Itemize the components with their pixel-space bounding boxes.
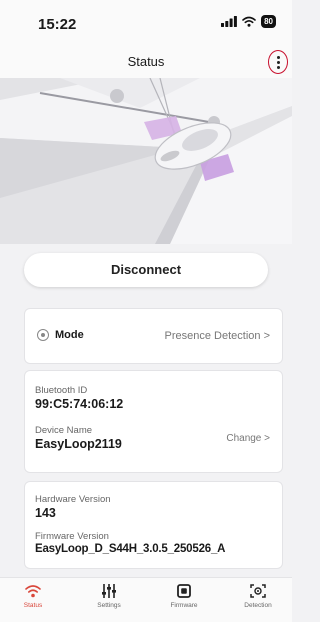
tab-status-label: Status [23, 602, 43, 609]
cellular-signal-icon [221, 16, 237, 27]
change-name-button[interactable]: Change > [226, 433, 270, 444]
wifi-signal-icon [25, 585, 41, 598]
bottom-tab-bar: Status Settings Firmware Detection [0, 577, 292, 622]
navigation-bar: Status [0, 44, 292, 78]
detection-target-icon [250, 584, 266, 598]
chip-icon [177, 584, 191, 598]
tab-detection[interactable]: Detection [228, 583, 288, 609]
firmware-version-value: EasyLoop_D_S44H_3.0.5_250526_A [35, 543, 226, 555]
sliders-icon [102, 584, 116, 598]
system-status-bar: 15:22 80 [0, 0, 292, 44]
mode-card[interactable]: Mode Presence Detection > [24, 308, 283, 364]
target-icon [37, 329, 49, 341]
mode-value-link[interactable]: Presence Detection > [165, 330, 270, 342]
hardware-version-label: Hardware Version [35, 494, 111, 505]
hero-illustration [0, 78, 292, 244]
tab-settings[interactable]: Settings [79, 583, 139, 609]
tab-detection-label: Detection [244, 602, 272, 609]
device-name-label: Device Name [35, 425, 93, 436]
firmware-version-label: Firmware Version [35, 531, 109, 542]
tab-firmware[interactable]: Firmware [154, 583, 214, 609]
kebab-menu-icon[interactable] [268, 50, 288, 74]
battery-icon: 80 [261, 15, 276, 28]
tab-status[interactable]: Status [3, 583, 63, 609]
device-info-card: Bluetooth ID 99:C5:74:06:12 Device Name … [24, 370, 283, 473]
mode-label-group: Mode [37, 329, 84, 341]
status-icons: 80 [221, 15, 276, 28]
vehicle-over-ground-loop-illustration [0, 78, 292, 244]
device-name-value: EasyLoop2119 [35, 437, 122, 451]
mode-label: Mode [55, 329, 84, 341]
page-title: Status [127, 54, 165, 69]
bluetooth-id-label: Bluetooth ID [35, 385, 88, 396]
bluetooth-id-value: 99:C5:74:06:12 [35, 397, 124, 411]
hardware-version-value: 143 [35, 506, 56, 520]
hardware-info-card: Hardware Version 143 Firmware Version Ea… [24, 481, 283, 569]
clock: 15:22 [38, 16, 77, 33]
wifi-icon [242, 16, 256, 27]
app-screen: 15:22 80 Status Disconnect Mode Presence… [0, 0, 292, 622]
disconnect-button[interactable]: Disconnect [24, 253, 268, 287]
tab-settings-label: Settings [97, 602, 121, 609]
tab-firmware-label: Firmware [170, 602, 198, 609]
